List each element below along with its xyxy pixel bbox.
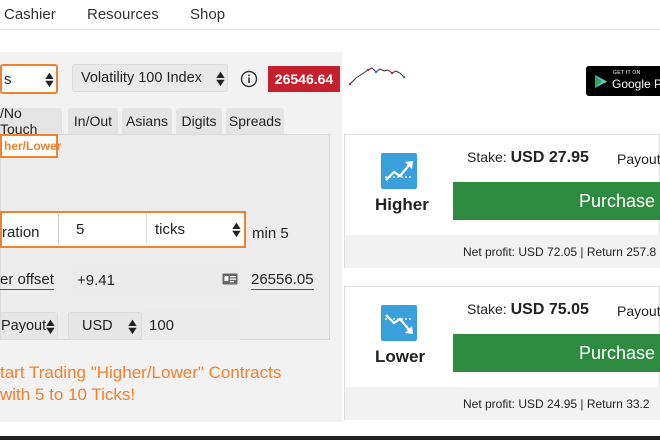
lower-icon [381, 305, 417, 341]
net-profit-text: Net profit: USD 72.05 | Return 257.8 [463, 244, 657, 259]
net-profit-text: Net profit: USD 24.95 | Return 33.2 [463, 396, 650, 411]
payout-amount-input[interactable]: 100 [142, 310, 240, 340]
tab-in-out[interactable]: In/Out [68, 108, 118, 134]
tab-label: In/Out [73, 113, 113, 129]
nav-shop[interactable]: Shop [190, 6, 225, 23]
underlying-select[interactable]: Volatility 100 Index ▲ ▼ [72, 64, 228, 92]
tab-asians[interactable]: Asians [122, 108, 172, 134]
duration-label: ration [2, 224, 40, 241]
payout-amount: 100 [149, 316, 175, 334]
select-arrows-icon: ▲ ▼ [229, 220, 244, 240]
subtab-higher-lower[interactable]: her/Lower [0, 134, 62, 158]
market-select-value: s [4, 70, 12, 88]
stake: Stake: USD 27.95 [467, 149, 589, 167]
top-nav: Cashier Resources Shop [0, 0, 660, 30]
barrier-offset-value: +9.41 [77, 271, 115, 289]
barrier-offset-label[interactable]: er offset [0, 271, 54, 290]
currency-select[interactable]: USD ▲ ▼ [68, 312, 142, 340]
contract-card-higher: Higher Stake: USD 27.95 Payout Purchase … [344, 134, 660, 268]
tab-label: Asians [125, 113, 169, 129]
spot-price-badge: 26546.64 [268, 66, 340, 92]
market-select[interactable]: s ▲ ▼ [0, 64, 58, 94]
purchase-label: Purchase [579, 342, 656, 363]
basis-value: Payout [1, 318, 47, 334]
purchase-button[interactable]: Purchase [453, 334, 660, 372]
google-play-badge[interactable]: GET IT ON Google P [586, 66, 660, 96]
stake-value: USD 27.95 [510, 149, 589, 166]
payout-label: Payout [617, 303, 660, 319]
underlying-select-value: Volatility 100 Index [81, 70, 202, 86]
duration-value-input[interactable]: 5 [62, 214, 140, 245]
purchase-button[interactable]: Purchase [453, 182, 660, 220]
basis-select[interactable]: Payout ▲ ▼ [0, 312, 58, 340]
google-play-icon [595, 75, 607, 88]
nav-cashier[interactable]: Cashier [4, 6, 56, 23]
tab-label: Digits [181, 113, 217, 129]
higher-icon [381, 153, 417, 189]
duration-min-note: min 5 [252, 225, 289, 242]
currency-value: USD [82, 318, 113, 334]
bottom-border [0, 436, 660, 440]
tab-label: Spreads [228, 113, 282, 129]
select-arrows-icon: ▲ ▼ [43, 317, 58, 337]
tab-digits[interactable]: Digits [176, 108, 222, 134]
contract-card-lower: Lower Stake: USD 75.05 Payout Purchase N… [344, 286, 660, 420]
stake-value: USD 75.05 [510, 301, 589, 318]
net-profit: Net profit: USD 24.95 | Return 33.2 [345, 387, 660, 420]
info-icon[interactable] [240, 70, 258, 88]
stake-label: Stake: [467, 301, 507, 317]
select-arrows-icon: ▲ ▼ [125, 317, 140, 337]
stake-label: Stake: [467, 149, 507, 165]
divider [58, 214, 59, 245]
barrier-absolute: 26556.05 [251, 271, 314, 290]
promo-text: tart Trading "Higher/Lower" Contracts wi… [0, 362, 281, 406]
tab-label: /No Touch [0, 105, 38, 137]
net-profit: Net profit: USD 72.05 | Return 257.8 [345, 235, 660, 268]
google-play-small-text: GET IT ON [613, 70, 641, 76]
duration-value: 5 [76, 221, 85, 238]
direction-label: Higher [375, 195, 429, 214]
promo-line: tart Trading "Higher/Lower" Contracts [0, 363, 282, 382]
id-card-icon[interactable] [222, 273, 238, 285]
spot-price: 26546.64 [274, 71, 334, 87]
tab-touch-no-touch[interactable]: /No Touch [0, 105, 62, 137]
duration-unit-select[interactable]: ticks ▲ ▼ [146, 214, 244, 245]
payout-label: Payout [617, 151, 660, 167]
stake: Stake: USD 75.05 [467, 301, 589, 319]
purchase-label: Purchase [579, 190, 656, 211]
tab-spreads[interactable]: Spreads [226, 108, 284, 134]
direction-label: Lower [375, 347, 426, 366]
barrier-offset-input[interactable]: +9.41 [70, 264, 240, 296]
duration-unit: ticks [155, 221, 185, 238]
select-arrows-icon: ▲ ▼ [213, 69, 228, 89]
google-play-text: Google P [612, 77, 660, 91]
nav-resources[interactable]: Resources [87, 6, 159, 23]
select-arrows-icon: ▲ ▼ [42, 70, 57, 90]
tick-sparkline [348, 67, 406, 86]
subtab-label: her/Lower [4, 139, 62, 153]
promo-line: with 5 to 10 Ticks! [0, 385, 136, 404]
